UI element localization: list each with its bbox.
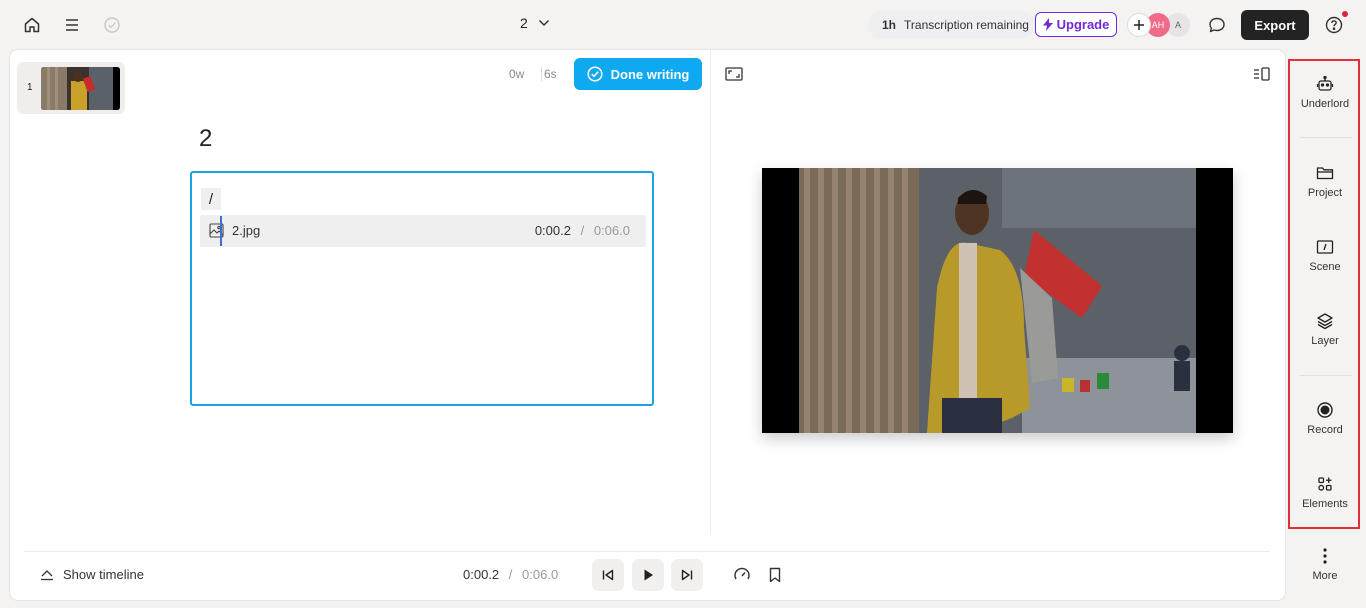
sidebar-item-more[interactable]: More bbox=[1290, 546, 1360, 582]
panel-divider[interactable] bbox=[710, 50, 711, 535]
skip-back-button[interactable] bbox=[592, 559, 624, 591]
more-icon bbox=[1315, 546, 1335, 566]
transcription-amount: 1h bbox=[882, 18, 897, 32]
word-count: 0w bbox=[509, 67, 525, 81]
text-cursor bbox=[220, 216, 222, 246]
script-editor[interactable]: / 2.jpg 0:00.2 / 0:06.0 bbox=[190, 171, 654, 406]
plus-icon bbox=[1134, 20, 1144, 30]
saved-check-icon bbox=[100, 13, 124, 37]
media-total-time: 0:06.0 bbox=[593, 223, 630, 238]
playback-current-time: 0:00.2 bbox=[463, 567, 500, 582]
record-icon bbox=[1315, 400, 1335, 420]
menu-icon[interactable] bbox=[60, 13, 84, 37]
scene-thumbnail[interactable]: 1 bbox=[17, 62, 125, 114]
sidebar-item-label: Underlord bbox=[1300, 98, 1350, 110]
scene-title[interactable]: 2 bbox=[199, 125, 212, 153]
check-circle-icon bbox=[587, 66, 603, 82]
media-item-row[interactable]: 2.jpg 0:00.2 / 0:06.0 bbox=[200, 215, 646, 247]
video-preview[interactable] bbox=[762, 168, 1233, 433]
project-title: 2 bbox=[520, 15, 528, 31]
layout-toggle-icon[interactable] bbox=[1252, 66, 1270, 82]
sidebar-item-scene[interactable]: Scene bbox=[1290, 237, 1360, 273]
sidebar-item-label: More bbox=[1312, 570, 1338, 582]
done-writing-button[interactable]: Done writing bbox=[574, 58, 702, 90]
scene-number: 1 bbox=[27, 82, 33, 93]
upgrade-label: Upgrade bbox=[1056, 17, 1110, 32]
skip-forward-icon bbox=[681, 569, 693, 581]
elements-icon bbox=[1315, 474, 1335, 494]
transcription-remaining-badge: 1h Transcription remaining bbox=[868, 11, 1035, 39]
duration: 6s bbox=[544, 67, 557, 81]
done-writing-label: Done writing bbox=[610, 66, 690, 82]
sidebar-item-label: Scene bbox=[1309, 261, 1341, 273]
play-icon bbox=[644, 569, 653, 581]
timeline-icon bbox=[41, 569, 53, 580]
layers-icon bbox=[1315, 311, 1335, 331]
sidebar-item-layer[interactable]: Layer bbox=[1290, 311, 1360, 347]
bookmark-icon[interactable] bbox=[764, 564, 786, 586]
sidebar-item-record[interactable]: Record bbox=[1290, 400, 1360, 436]
sidebar-item-project[interactable]: Project bbox=[1290, 163, 1360, 199]
skip-back-icon bbox=[602, 569, 614, 581]
sidebar-item-elements[interactable]: Elements bbox=[1290, 474, 1360, 510]
divider bbox=[541, 67, 542, 81]
playback-total-time: 0:06.0 bbox=[522, 567, 559, 582]
lightning-icon bbox=[1042, 18, 1053, 31]
upgrade-button[interactable]: Upgrade bbox=[1035, 12, 1117, 37]
sidebar-item-underlord[interactable]: Underlord bbox=[1290, 74, 1360, 110]
project-title-dropdown[interactable]: 2 bbox=[520, 15, 550, 31]
aspect-ratio-icon[interactable] bbox=[725, 66, 743, 82]
media-current-time: 0:00.2 bbox=[534, 223, 571, 238]
folder-icon bbox=[1315, 163, 1335, 183]
slash-command[interactable]: / bbox=[201, 188, 221, 210]
comments-icon[interactable] bbox=[1205, 13, 1229, 37]
image-icon bbox=[209, 223, 224, 238]
sidebar-item-label: Layer bbox=[1311, 335, 1339, 347]
playback-time: 0:00.2 / 0:06.0 bbox=[463, 567, 558, 582]
editor-panel: 1 0w 6s Done writing 2 / 2.jpg 0:00.2 / … bbox=[10, 50, 1285, 600]
divider bbox=[24, 551, 1270, 552]
show-timeline-label: Show timeline bbox=[63, 567, 144, 582]
export-button[interactable]: Export bbox=[1241, 10, 1309, 40]
help-icon[interactable] bbox=[1322, 13, 1346, 37]
robot-icon bbox=[1315, 74, 1335, 94]
time-separator: / bbox=[508, 567, 513, 582]
transcription-label: Transcription remaining bbox=[904, 18, 1029, 32]
add-collaborator-button[interactable] bbox=[1127, 13, 1151, 37]
media-filename: 2.jpg bbox=[232, 223, 261, 238]
media-timecode: 0:00.2 / 0:06.0 bbox=[535, 223, 630, 238]
top-bar: 2 1h Transcription remaining Upgrade AH … bbox=[0, 0, 1366, 50]
time-separator: / bbox=[580, 223, 585, 238]
show-timeline-button[interactable]: Show timeline bbox=[40, 567, 144, 582]
notification-dot bbox=[1342, 11, 1348, 17]
sidebar-item-label: Project bbox=[1307, 187, 1343, 199]
chevron-down-icon bbox=[538, 19, 549, 27]
sidebar-item-label: Elements bbox=[1302, 498, 1348, 510]
play-button[interactable] bbox=[632, 559, 664, 591]
home-icon[interactable] bbox=[20, 13, 44, 37]
divider bbox=[1300, 137, 1352, 138]
scene-thumbnail-image bbox=[41, 67, 120, 110]
sidebar-highlight bbox=[1288, 59, 1360, 529]
playback-speed-icon[interactable] bbox=[731, 564, 753, 586]
skip-forward-button[interactable] bbox=[671, 559, 703, 591]
scene-icon bbox=[1315, 237, 1335, 257]
sidebar-item-label: Record bbox=[1307, 424, 1343, 436]
divider bbox=[1300, 375, 1352, 376]
